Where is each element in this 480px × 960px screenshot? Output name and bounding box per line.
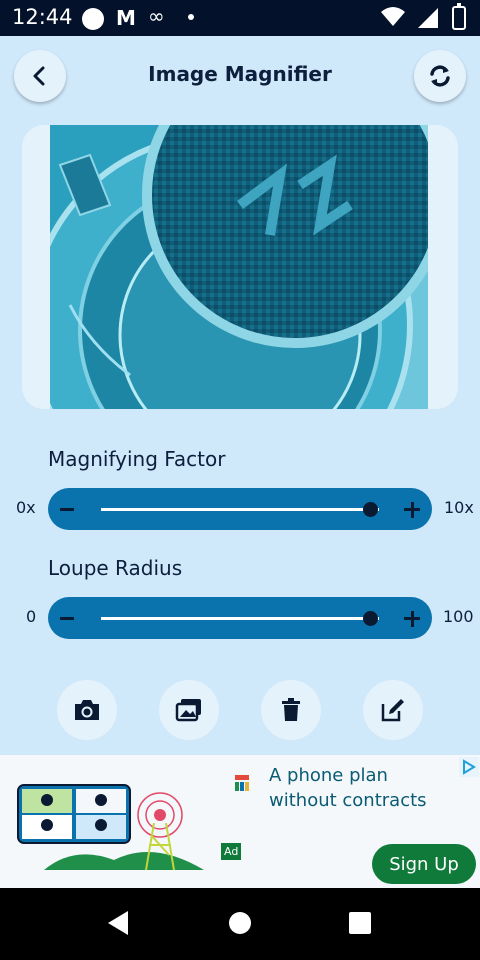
refresh-icon (430, 65, 450, 87)
edit-icon (381, 699, 404, 722)
magnifying-factor-label: Magnifying Factor (48, 447, 226, 471)
edit-button[interactable] (363, 680, 423, 740)
decrease-magnification-icon[interactable] (60, 508, 74, 511)
ad-signup-button[interactable]: Sign Up (372, 844, 476, 884)
camera-icon (75, 700, 99, 720)
ad-headline[interactable]: A phone plan without contracts (269, 763, 459, 813)
voicemail-icon: ∞ (148, 4, 165, 28)
increase-magnification-icon-stem[interactable] (410, 502, 414, 518)
more-notifications-icon (188, 14, 194, 20)
magnified-image[interactable] (50, 125, 428, 409)
nav-home-icon[interactable] (228, 911, 252, 935)
refresh-button[interactable] (414, 50, 466, 102)
ad-badge: Ad (221, 843, 242, 860)
ad-illustration (17, 784, 204, 871)
adchoices-icon[interactable] (459, 757, 479, 777)
magnifying-factor-min: 0x (16, 498, 36, 517)
advertiser-logo-icon (235, 775, 249, 791)
magnifying-factor-track[interactable] (101, 508, 379, 511)
image-preview-card (22, 125, 458, 409)
magnifying-factor-max: 10x (444, 498, 474, 517)
signal-icon (418, 8, 438, 28)
loupe-radius-label: Loupe Radius (48, 556, 183, 580)
notification-icon (82, 8, 104, 30)
system-nav-bar (0, 888, 480, 960)
decrease-radius-icon[interactable] (60, 617, 74, 620)
ad-banner[interactable]: A phone plan without contracts Ad Sign U… (0, 755, 480, 888)
loupe-radius-max: 100 (443, 607, 474, 626)
nav-recents-icon[interactable] (349, 912, 371, 934)
magnifying-factor-slider[interactable] (48, 488, 432, 530)
magnifying-factor-thumb[interactable] (363, 502, 379, 517)
nav-back-icon[interactable] (106, 910, 130, 936)
gmail-icon: M (116, 6, 136, 30)
battery-icon (452, 3, 466, 30)
gallery-icon (175, 699, 201, 722)
coin-photo-illustration (50, 125, 428, 409)
gallery-button[interactable] (159, 680, 219, 740)
wifi-icon (381, 7, 405, 26)
delete-button[interactable] (261, 680, 321, 740)
page-title: Image Magnifier (148, 62, 332, 86)
trash-icon (282, 698, 300, 721)
increase-radius-icon-stem[interactable] (410, 611, 414, 627)
loupe-radius-slider[interactable] (48, 597, 432, 639)
loupe-radius-track[interactable] (101, 617, 379, 620)
status-bar: 12:44 M ∞ (0, 0, 480, 36)
camera-button[interactable] (57, 680, 117, 740)
app-header: Image Magnifier (0, 36, 480, 120)
loupe-radius-thumb[interactable] (363, 611, 379, 626)
loupe-radius-min: 0 (26, 607, 37, 626)
status-time: 12:44 (12, 5, 73, 29)
